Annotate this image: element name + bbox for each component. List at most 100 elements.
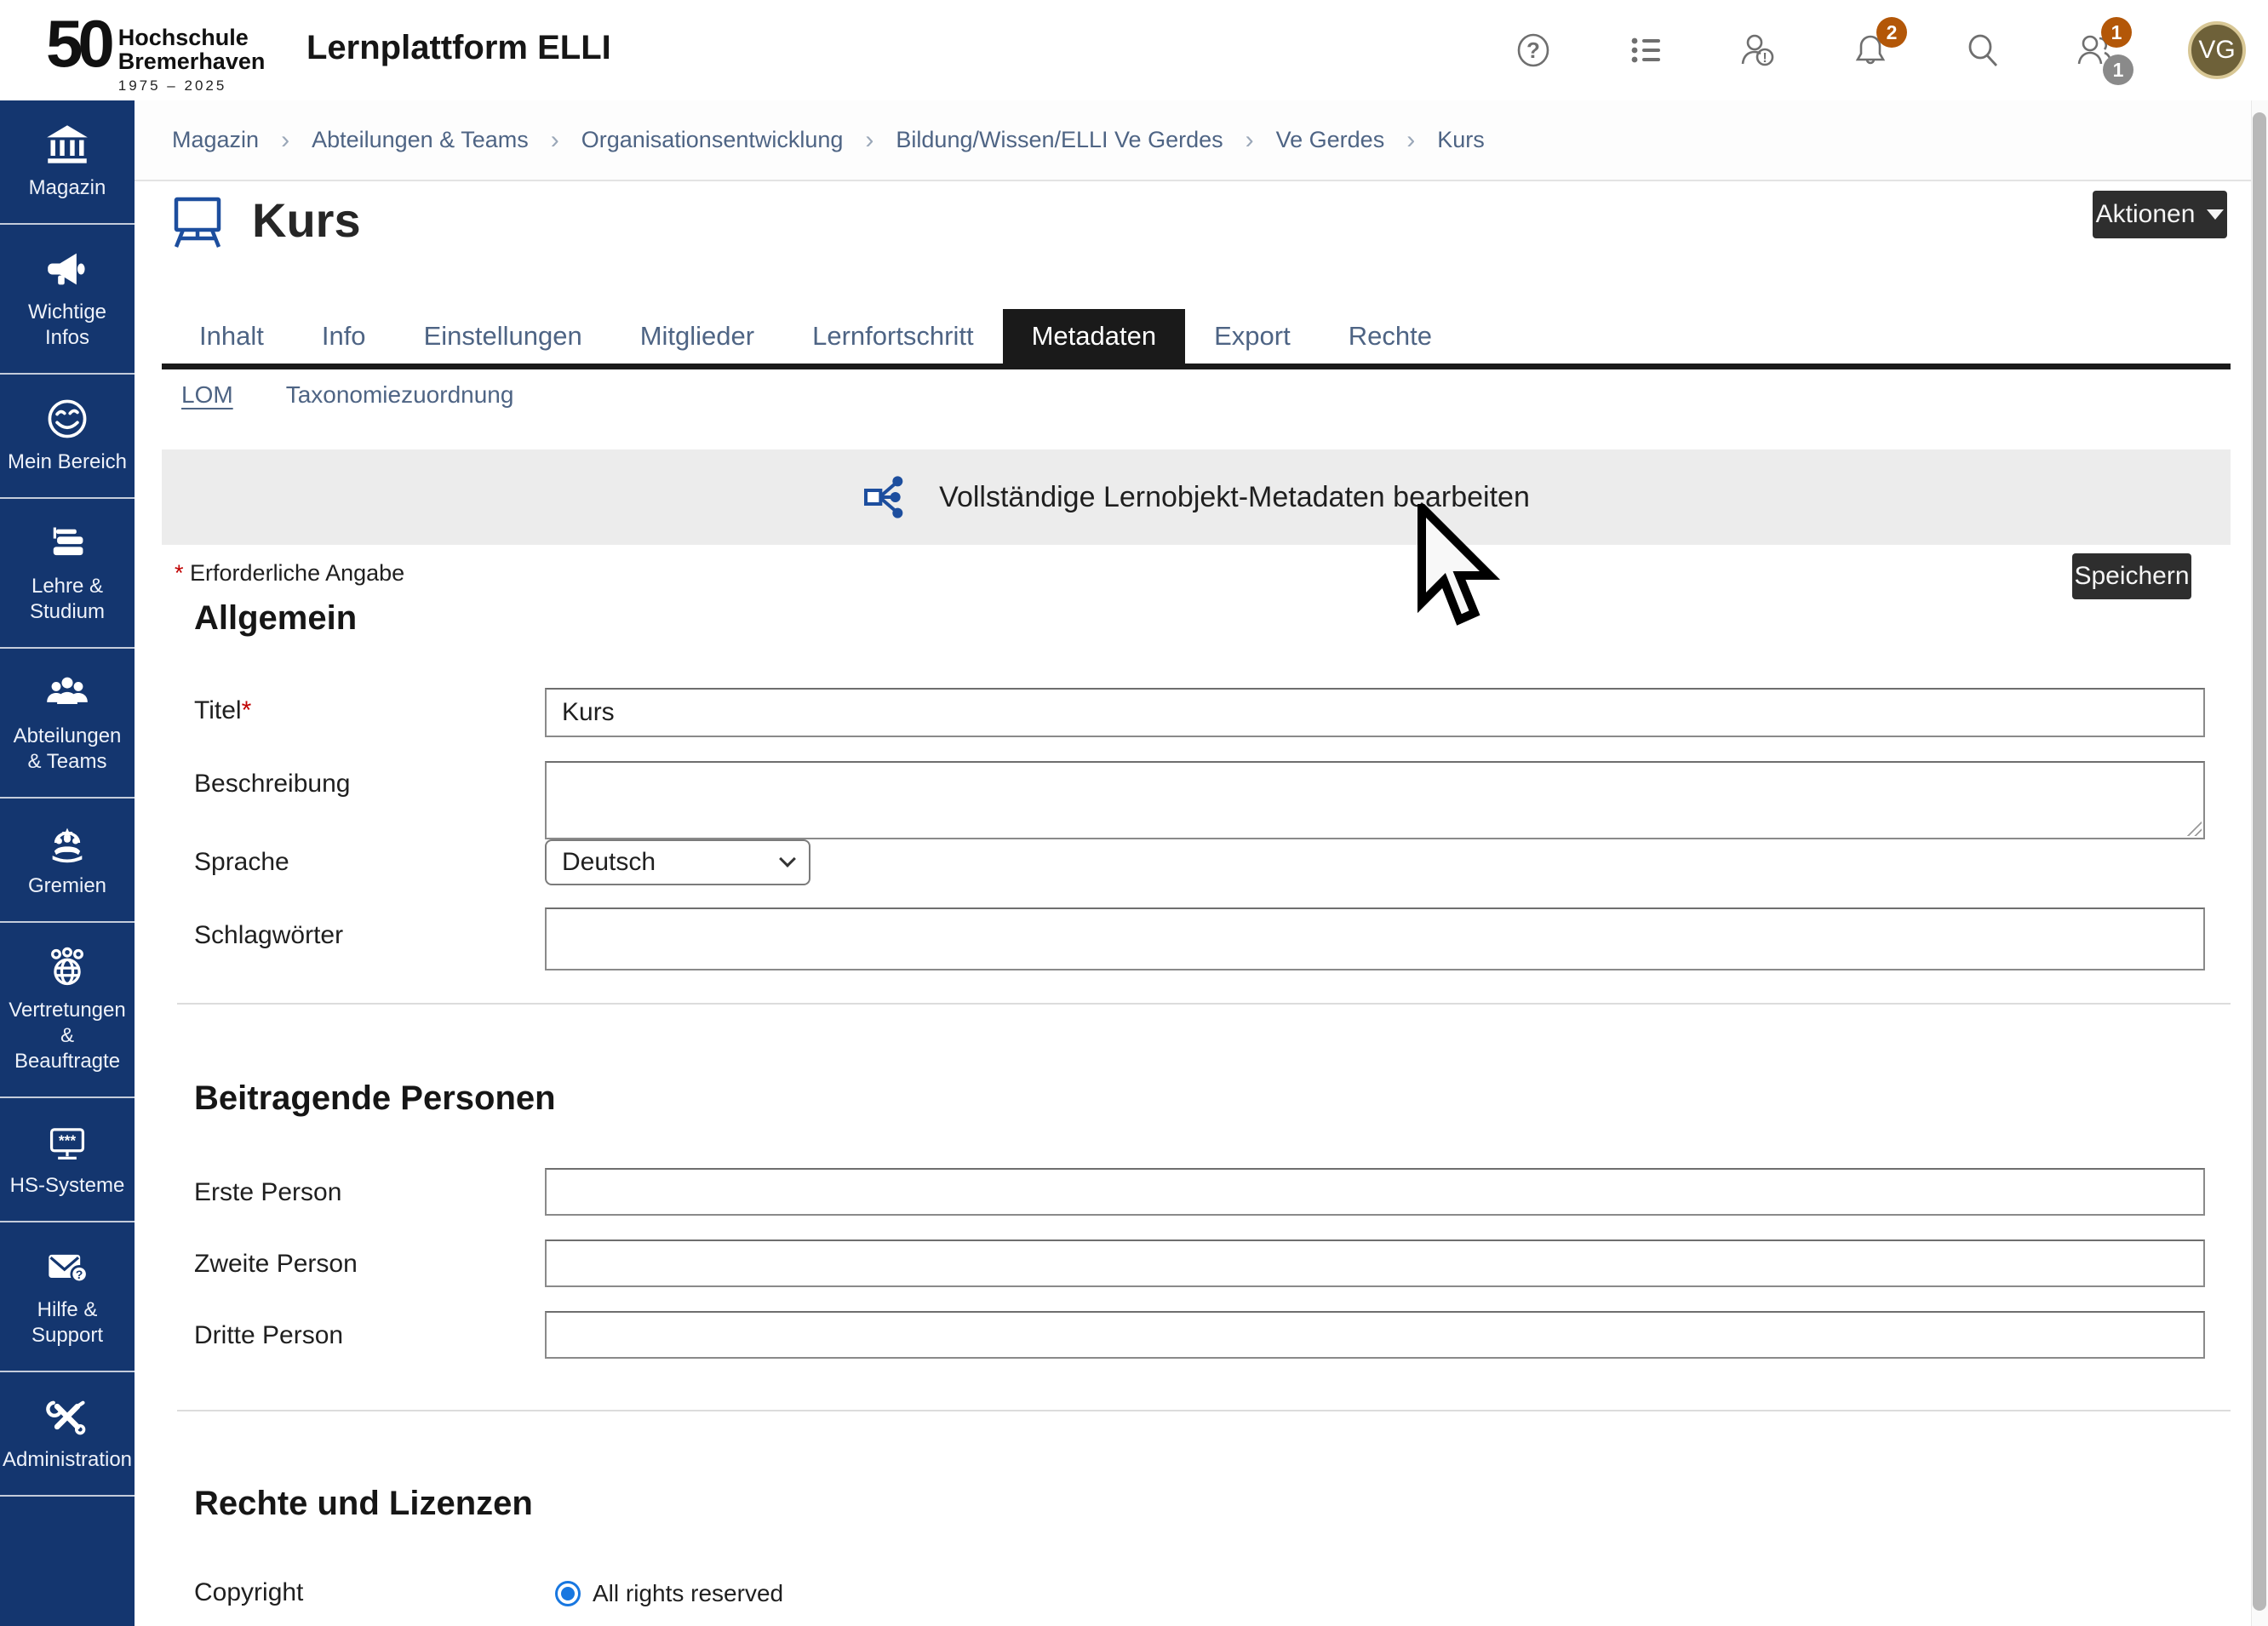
contacts-badge-bottom: 1 (2103, 54, 2133, 85)
tab-einstellungen[interactable]: Einstellungen (395, 309, 611, 364)
logo-50: 50 (46, 10, 110, 77)
breadcrumb-separator: › (865, 126, 873, 155)
section-divider (177, 1410, 2231, 1411)
actions-button[interactable]: Aktionen (2093, 191, 2227, 238)
section-divider (177, 1003, 2231, 1005)
help-icon[interactable]: ? (1514, 31, 1553, 70)
user-avatar[interactable]: VG (2188, 21, 2246, 79)
people-group-icon (45, 671, 89, 715)
breadcrumb-item-abteilungen[interactable]: Abteilungen & Teams (312, 127, 529, 153)
user-activity-icon[interactable]: ! (1738, 31, 1778, 70)
zweite-person-input[interactable] (545, 1240, 2205, 1287)
sidebar-item-gremien[interactable]: Gremien (0, 799, 135, 923)
section-allgemein-title: Allgemein (194, 599, 357, 638)
tab-bar: Inhalt Info Einstellungen Mitglieder Ler… (170, 309, 1461, 364)
assembly-icon (45, 821, 89, 865)
tab-inhalt[interactable]: Inhalt (170, 309, 293, 364)
edit-full-metadata-banner[interactable]: Vollständige Lernobjekt-Metadaten bearbe… (162, 449, 2231, 545)
sprache-label: Sprache (194, 848, 289, 877)
chevron-down-icon (779, 850, 796, 867)
beschreibung-textarea[interactable] (545, 761, 2205, 839)
search-icon[interactable] (1963, 31, 2002, 70)
copyright-label: Copyright (194, 1578, 303, 1607)
scrollbar-thumb[interactable] (2253, 112, 2266, 1611)
top-header: 50 Hochschule Bremerhaven 1975 – 2025 Le… (0, 0, 2268, 100)
breadcrumb-item-bildung-wissen[interactable]: Bildung/Wissen/ELLI Ve Gerdes (896, 127, 1223, 153)
breadcrumb-separator: › (1246, 126, 1254, 155)
sidebar-item-vertretungen[interactable]: Vertretungen & Beauftragte (0, 923, 135, 1098)
scrollbar-track[interactable] (2251, 100, 2268, 1626)
bank-icon (45, 123, 89, 167)
sidebar-item-lehre-studium[interactable]: Lehre & Studium (0, 499, 135, 649)
svg-text:!: ! (1762, 51, 1767, 66)
breadcrumb-item-magazin[interactable]: Magazin (172, 127, 259, 153)
subtab-taxonomiezuordnung[interactable]: Taxonomiezuordnung (286, 381, 514, 409)
language-select[interactable]: Deutsch (545, 839, 810, 885)
actions-button-label: Aktionen (2096, 200, 2196, 229)
save-button-label: Speichern (2074, 562, 2189, 591)
svg-text:***: *** (59, 1131, 76, 1148)
tab-export[interactable]: Export (1185, 309, 1320, 364)
university-logo: 50 Hochschule Bremerhaven 1975 – 2025 (46, 10, 265, 94)
tab-metadaten[interactable]: Metadaten (1003, 309, 1186, 364)
copyright-option-label: All rights reserved (593, 1580, 783, 1607)
sidebar-item-abteilungen-teams[interactable]: Abteilungen & Teams (0, 649, 135, 799)
erste-person-input[interactable] (545, 1168, 2205, 1216)
contacts-badge-top: 1 (2101, 17, 2132, 48)
section-rechte-title: Rechte und Lizenzen (194, 1485, 533, 1523)
subtab-bar: LOM Taxonomiezuordnung (181, 381, 513, 409)
svg-text:?: ? (1526, 37, 1540, 63)
caret-down-icon (2207, 209, 2224, 220)
sidebar-item-magazin[interactable]: Magazin (0, 100, 135, 225)
tab-rechte[interactable]: Rechte (1320, 309, 1461, 364)
breadcrumb-item-organisationsentwicklung[interactable]: Organisationsentwicklung (581, 127, 844, 153)
logo-name-line2: Bremerhaven (118, 49, 266, 73)
schlagwoerter-label: Schlagwörter (194, 921, 343, 950)
breadcrumb-separator: › (281, 126, 289, 155)
course-easel-icon (170, 194, 225, 255)
dritte-person-label: Dritte Person (194, 1321, 343, 1350)
sidebar-item-hs-systeme[interactable]: *** HS-Systeme (0, 1098, 135, 1222)
share-hub-icon (862, 470, 917, 524)
sidebar-item-mein-bereich[interactable]: Mein Bereich (0, 375, 135, 499)
globe-people-icon (45, 945, 89, 989)
required-note: * Erforderliche Angabe (175, 560, 404, 587)
breadcrumb-item-kurs[interactable]: Kurs (1437, 127, 1485, 153)
sidebar-item-administration[interactable]: Administration (0, 1372, 135, 1497)
language-select-value: Deutsch (562, 848, 656, 877)
titel-input[interactable] (545, 688, 2205, 737)
notifications-bell-icon[interactable]: 2 (1851, 31, 1890, 70)
breadcrumb-item-ve-gerdes[interactable]: Ve Gerdes (1276, 127, 1385, 153)
page-title: Kurs (252, 192, 361, 248)
megaphone-icon (45, 247, 89, 291)
smiley-icon (45, 397, 89, 441)
main-sidebar: Magazin Wichtige Infos Mein Bereich Lehr… (0, 100, 135, 1626)
app-title: Lernplattform ELLI (306, 29, 611, 67)
tab-lernfortschritt[interactable]: Lernfortschritt (783, 309, 1003, 364)
monitor-icon: *** (45, 1120, 89, 1165)
tab-underline (162, 364, 2231, 369)
menu-list-icon[interactable] (1626, 31, 1665, 70)
logo-name-line1: Hochschule (118, 26, 266, 49)
tools-icon (45, 1394, 89, 1439)
edit-full-metadata-label: Vollständige Lernobjekt-Metadaten bearbe… (939, 481, 1530, 514)
books-icon (45, 521, 89, 565)
dritte-person-input[interactable] (545, 1311, 2205, 1359)
notifications-badge: 2 (1876, 17, 1907, 48)
copyright-radio-row: All rights reserved (555, 1580, 783, 1607)
save-button[interactable]: Speichern (2072, 553, 2191, 599)
subtab-lom[interactable]: LOM (181, 381, 233, 409)
tab-info[interactable]: Info (293, 309, 395, 364)
sidebar-item-wichtige-infos[interactable]: Wichtige Infos (0, 225, 135, 375)
breadcrumb-separator: › (551, 126, 559, 155)
logo-years: 1975 – 2025 (118, 77, 266, 94)
copyright-radio[interactable] (555, 1581, 581, 1606)
breadcrumb-separator: › (1406, 126, 1415, 155)
erste-person-label: Erste Person (194, 1178, 341, 1207)
section-beitragende-title: Beitragende Personen (194, 1079, 556, 1118)
sidebar-item-hilfe-support[interactable]: ? Hilfe & Support (0, 1222, 135, 1372)
schlagwoerter-input[interactable] (545, 907, 2205, 970)
contacts-icon[interactable]: 1 1 (2076, 31, 2115, 70)
svg-text:?: ? (76, 1268, 83, 1281)
tab-mitglieder[interactable]: Mitglieder (611, 309, 783, 364)
